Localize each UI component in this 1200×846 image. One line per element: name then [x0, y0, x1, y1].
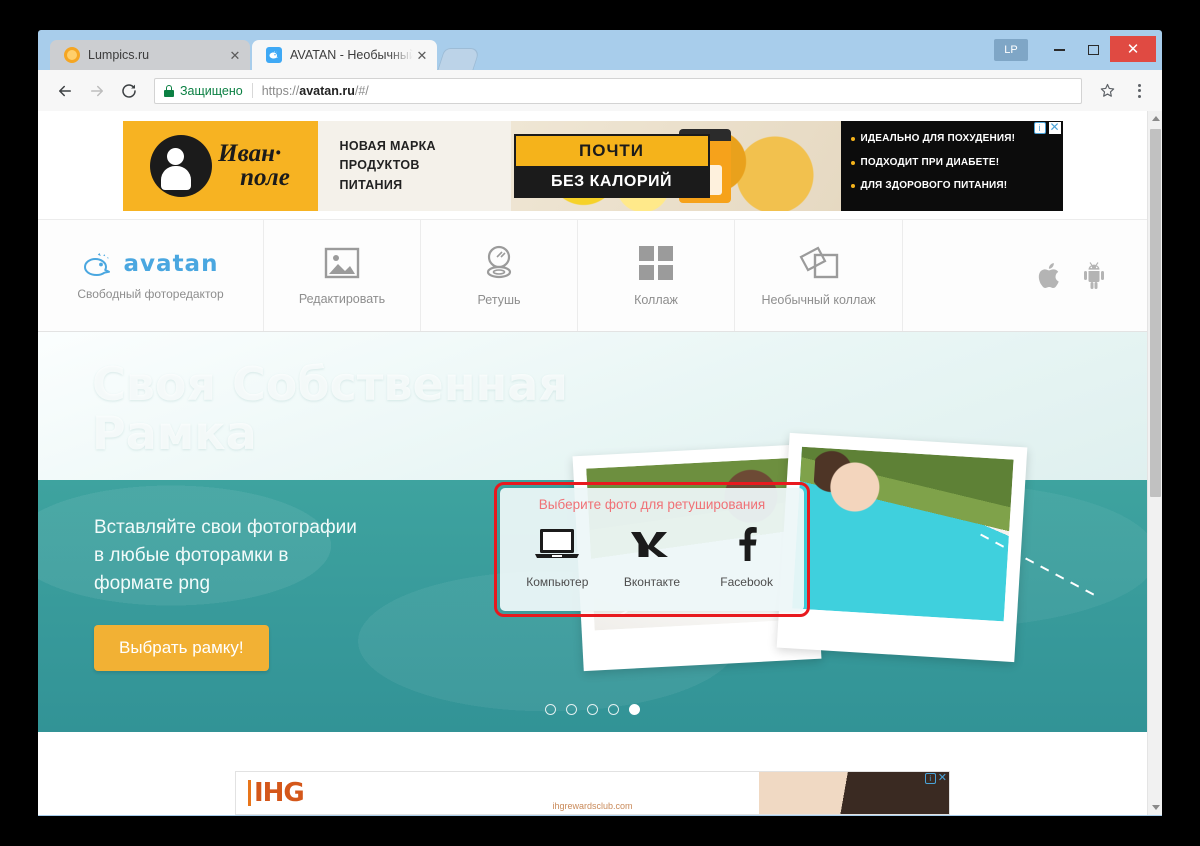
tab-strip: Lumpics.ru ✕ AVATAN - Необычный с ✕ LP ✕: [38, 30, 1162, 70]
ad-promo-bottom: БЕЗ КАЛОРИЙ: [513, 168, 710, 198]
ivan-pole-logo-icon: [150, 135, 213, 197]
logo-row: avatan: [83, 251, 219, 277]
scroll-down-icon[interactable]: [1148, 800, 1162, 815]
sidebar-item-unusual-collage[interactable]: Необычный коллаж: [735, 220, 903, 331]
ad-headline: НОВАЯ МАРКА ПРОДУКТОВ ПИТАНИЯ: [339, 138, 436, 192]
url-path: /#/: [354, 83, 369, 98]
ad-promo-badge: ПОЧТИ БЕЗ КАЛОРИЙ: [513, 134, 710, 198]
ad-brand-name: Иван· поле: [218, 141, 290, 191]
ad-site-url: ihgrewardsclub.com: [552, 801, 633, 811]
reload-icon[interactable]: [114, 76, 144, 106]
close-icon[interactable]: ✕: [226, 46, 244, 64]
ad-controls: i ✕: [924, 773, 947, 784]
toolbar-right: [1092, 76, 1154, 106]
avatan-whale-icon: [266, 47, 282, 63]
carousel-dot-active[interactable]: [629, 704, 640, 715]
forward-arrow-icon: [82, 76, 112, 106]
android-icon[interactable]: [1081, 261, 1107, 291]
ad-brand-panel: Иван· поле: [122, 121, 318, 211]
ihg-brand-text: IHG: [254, 778, 305, 808]
address-bar[interactable]: Защищено https://avatan.ru/#/: [154, 77, 1082, 104]
adchoices-icon[interactable]: i: [924, 773, 936, 784]
close-ad-icon[interactable]: ✕: [1048, 121, 1061, 134]
hero-title: Своя Собственная Рамка: [92, 357, 568, 460]
site-tagline: Свободный фоторедактор: [77, 286, 224, 301]
back-arrow-icon[interactable]: [50, 76, 80, 106]
page-scrollbar[interactable]: [1147, 111, 1162, 815]
divider: [251, 83, 253, 98]
new-tab-button[interactable]: [437, 48, 481, 70]
sidebar-item-label: Ретушь: [477, 292, 521, 307]
compact-mirror-icon: [486, 245, 512, 278]
sidebar-item-label: Необычный коллаж: [761, 292, 876, 307]
close-window-button[interactable]: ✕: [1110, 36, 1156, 62]
logo-text: avatan: [123, 250, 219, 277]
hero-subtitle: Вставляйте свои фотографии в любые фотор…: [94, 517, 357, 595]
polaroid-frame: [776, 432, 1028, 663]
overlapping-frames-icon: [799, 246, 838, 278]
ad-headline-panel: НОВАЯ МАРКА ПРОДУКТОВ ПИТАНИЯ ПОЧТИ БЕЗ …: [317, 121, 841, 211]
carousel-dot[interactable]: [545, 704, 556, 715]
minimize-button[interactable]: [1042, 39, 1076, 61]
apple-icon[interactable]: [1037, 261, 1063, 291]
carousel-dot[interactable]: [587, 704, 598, 715]
maximize-button[interactable]: [1076, 39, 1110, 61]
site-logo[interactable]: avatan Свободный фоторедактор: [38, 220, 264, 331]
image-icon: [324, 247, 360, 278]
page-content: Иван· поле НОВАЯ МАРКА ПРОДУКТОВ ПИТАНИЯ…: [38, 111, 1147, 815]
adchoices-icon[interactable]: i: [1033, 122, 1046, 134]
security-label: Защищено: [180, 83, 243, 98]
lock-icon: [164, 84, 174, 97]
carousel-dots: [38, 704, 1147, 715]
tab-lumpics[interactable]: Lumpics.ru ✕: [50, 40, 250, 70]
platform-links: [903, 220, 1147, 331]
list-item: ПОДХОДИТ ПРИ ДИАБЕТЕ!: [850, 157, 1057, 170]
tab-title: Lumpics.ru: [88, 48, 150, 62]
scroll-up-icon[interactable]: [1148, 111, 1162, 126]
ihg-logo: IHG: [236, 778, 305, 808]
tab-avatan[interactable]: AVATAN - Необычный с ✕: [252, 40, 437, 70]
sidebar-item-label: Редактировать: [298, 291, 386, 306]
browser-toolbar: Защищено https://avatan.ru/#/: [38, 70, 1162, 111]
ad-controls: i ✕: [1033, 121, 1061, 134]
carousel-dot[interactable]: [608, 704, 619, 715]
orange-dot-icon: [64, 47, 80, 63]
grid-four-squares-icon: [639, 245, 673, 280]
close-icon[interactable]: ✕: [413, 46, 431, 64]
url-prefix: https://: [261, 83, 300, 98]
url-text: https://avatan.ru/#/: [262, 84, 369, 98]
sidebar-item-collage[interactable]: Коллаж: [578, 220, 735, 331]
annotation-highlight-box: [494, 482, 810, 617]
sidebar-item-retouch[interactable]: Ретушь: [421, 220, 578, 331]
ad-bullets-panel: ИДЕАЛЬНО ДЛЯ ПОХУДЕНИЯ! ПОДХОДИТ ПРИ ДИА…: [840, 121, 1063, 211]
bottom-ad-banner[interactable]: IHG ihgrewardsclub.com i ✕: [235, 771, 950, 815]
site-navigation: avatan Свободный фоторедактор Редактиров…: [38, 219, 1147, 332]
ad-promo-top: ПОЧТИ: [513, 134, 710, 168]
ad-photo: [759, 772, 949, 814]
window-controls: LP ✕: [994, 36, 1156, 62]
top-ad-container: Иван· поле НОВАЯ МАРКА ПРОДУКТОВ ПИТАНИЯ…: [38, 111, 1147, 219]
ad-bullet-list: ИДЕАЛЬНО ДЛЯ ПОХУДЕНИЯ! ПОДХОДИТ ПРИ ДИА…: [850, 133, 1057, 193]
three-dot-menu-icon[interactable]: [1124, 76, 1154, 106]
list-item: ИДЕАЛЬНО ДЛЯ ПОХУДЕНИЯ!: [850, 133, 1057, 146]
close-ad-icon[interactable]: ✕: [938, 773, 947, 784]
avatan-whale-icon: [83, 252, 110, 276]
scrollbar-thumb[interactable]: [1150, 129, 1161, 497]
page-viewport: Иван· поле НОВАЯ МАРКА ПРОДУКТОВ ПИТАНИЯ…: [38, 111, 1162, 815]
ad-brand-line2: поле: [240, 164, 290, 191]
carousel-dot[interactable]: [566, 704, 577, 715]
bottom-ad-container: IHG ihgrewardsclub.com i ✕: [38, 771, 1147, 815]
star-icon[interactable]: [1092, 76, 1122, 106]
polaroid-photo: [792, 446, 1014, 622]
profile-badge[interactable]: LP: [994, 39, 1028, 61]
browser-window: Lumpics.ru ✕ AVATAN - Необычный с ✕ LP ✕: [38, 30, 1162, 816]
sidebar-item-label: Коллаж: [634, 292, 678, 307]
choose-frame-button[interactable]: Выбрать рамку!: [94, 625, 269, 671]
url-domain: avatan.ru: [299, 83, 355, 98]
tab-title: AVATAN - Необычный с: [290, 48, 413, 62]
top-ad-banner[interactable]: Иван· поле НОВАЯ МАРКА ПРОДУКТОВ ПИТАНИЯ…: [122, 121, 1063, 211]
sidebar-item-edit[interactable]: Редактировать: [264, 220, 421, 331]
list-item: ДЛЯ ЗДОРОВОГО ПИТАНИЯ!: [850, 180, 1057, 193]
